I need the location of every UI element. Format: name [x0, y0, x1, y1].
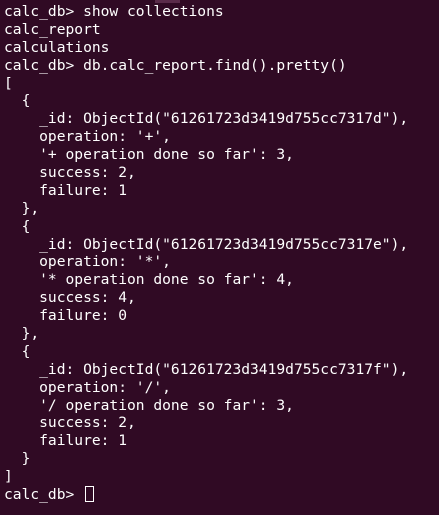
terminal-output: calc_db> show collections calc_report ca…: [4, 0, 435, 504]
output-line: ]: [4, 468, 13, 486]
output-line: '/ operation done so far': 3,: [4, 396, 294, 414]
terminal-window[interactable]: calc_db> show collections calc_report ca…: [0, 0, 439, 515]
scroll-indicator: [155, 0, 180, 3]
output-line: operation: '+',: [4, 128, 171, 146]
prompt-text: calc_db>: [4, 486, 84, 504]
output-line: calculations: [4, 38, 110, 56]
command-line: calc_db> db.calc_report.find().pretty(): [4, 56, 347, 74]
output-line: '* operation done so far': 4,: [4, 271, 294, 289]
output-line: {: [4, 342, 31, 360]
output-line: {: [4, 217, 31, 235]
output-line: failure: 0: [4, 307, 128, 325]
output-line: },: [4, 199, 40, 217]
prompt-line[interactable]: calc_db>: [4, 486, 435, 504]
command-line: calc_db> show collections: [4, 3, 224, 20]
output-line: _id: ObjectId("61261723d3419d755cc7317f"…: [4, 360, 409, 378]
output-line: failure: 1: [4, 432, 128, 450]
output-line: success: 2,: [4, 164, 136, 182]
output-line: }: [4, 450, 31, 468]
output-line: '+ operation done so far': 3,: [4, 146, 294, 164]
output-line: failure: 1: [4, 181, 128, 199]
output-line: },: [4, 325, 40, 343]
text-cursor: [85, 486, 95, 503]
output-line: success: 2,: [4, 414, 136, 432]
output-line: success: 4,: [4, 289, 136, 307]
output-line: {: [4, 92, 31, 110]
output-line: calc_report: [4, 20, 101, 38]
output-line: operation: '/',: [4, 378, 171, 396]
output-line: [: [4, 74, 13, 92]
output-line: _id: ObjectId("61261723d3419d755cc7317d"…: [4, 110, 409, 128]
output-line: operation: '*',: [4, 253, 171, 271]
output-line: _id: ObjectId("61261723d3419d755cc7317e"…: [4, 235, 409, 253]
